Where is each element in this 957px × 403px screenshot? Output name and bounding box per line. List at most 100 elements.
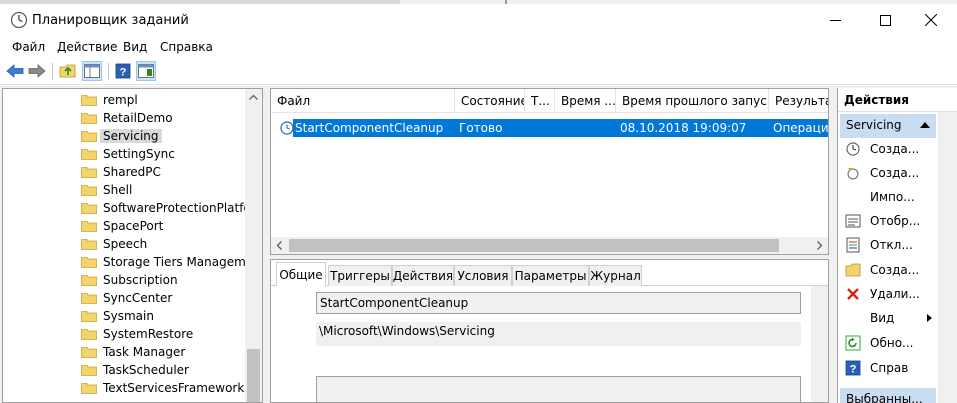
tree-item-label: Servicing [100, 129, 162, 143]
task-name: StartComponentCleanup [295, 121, 444, 135]
tree-item-label: rempl [103, 93, 138, 107]
action-view-menu[interactable]: Вид [840, 306, 936, 330]
action-import-task[interactable]: Импо... [840, 185, 936, 209]
tab-parameters[interactable]: Параметры [512, 265, 589, 286]
up-folder-button[interactable] [58, 61, 78, 81]
task-list-header: Файл Состояние Т... Время ... Время прош… [271, 89, 828, 113]
task-status: Готово [459, 121, 503, 135]
tab-conditions[interactable]: Условия [454, 265, 512, 286]
task-list-horizontal-scrollbar[interactable] [271, 237, 828, 254]
action-refresh[interactable]: Обно... [840, 331, 936, 355]
show-hide-console-tree-button[interactable] [82, 61, 102, 81]
action-label: Созда... [870, 166, 920, 180]
tree-item-label: SpacePort [103, 219, 164, 233]
folder-icon [81, 275, 97, 286]
action-new-folder[interactable]: Созда... [840, 258, 936, 282]
folder-icon [81, 167, 97, 178]
tree-item[interactable]: rempl [81, 91, 138, 109]
tree-vertical-scrollbar[interactable] [245, 89, 262, 402]
tree-item[interactable]: SharedPC [81, 163, 161, 181]
task-scheduler-clock-icon [10, 11, 28, 29]
action-label: Справ [870, 361, 909, 375]
tree-item[interactable]: SettingSync [81, 145, 175, 163]
folder-icon [81, 221, 97, 232]
menu-view[interactable]: Вид [123, 40, 147, 54]
folder-icon [81, 347, 97, 358]
folder-icon [81, 311, 97, 322]
folder-icon [81, 365, 97, 376]
minimize-button[interactable] [812, 4, 858, 36]
tree-item[interactable]: RetailDemo [81, 109, 173, 127]
tab-triggers[interactable]: Триггеры [328, 265, 392, 286]
collapse-arrow-icon[interactable] [920, 122, 930, 128]
tree-item[interactable]: Subscription [81, 271, 178, 289]
disable-history-icon [845, 237, 861, 253]
back-arrow-icon [6, 64, 24, 78]
task-row[interactable]: StartComponentCleanup Готово 08.10.2018 … [293, 119, 828, 137]
task-details-panel: Общие Триггеры Действия Условия Параметр… [270, 259, 829, 403]
menu-action[interactable]: Действие [57, 40, 117, 54]
column-header-file[interactable]: Файл [271, 89, 455, 113]
column-header-next-run[interactable]: Время ... [555, 89, 616, 113]
scroll-left-arrow-icon[interactable] [271, 237, 288, 254]
tree-item[interactable]: Speech [81, 235, 147, 253]
tree-item[interactable]: SystemRestore [81, 325, 193, 343]
column-header-triggers[interactable]: Т... [525, 89, 555, 113]
action-create-basic-task[interactable]: Созда... [840, 137, 936, 161]
action-label: Импо... [870, 190, 915, 204]
tree-item-label: SoftwareProtectionPlatform [103, 201, 263, 215]
folder-icon [81, 257, 97, 268]
show-hide-action-pane-button[interactable] [136, 61, 156, 81]
toolbar-separator [108, 63, 109, 80]
scroll-up-arrow-icon[interactable] [245, 89, 262, 106]
tree-item[interactable]: TaskScheduler [81, 361, 189, 379]
action-help[interactable]: ? Справ [840, 356, 936, 380]
folder-up-icon [59, 64, 76, 78]
help-button[interactable]: ? [113, 61, 133, 81]
tab-general[interactable]: Общие [276, 262, 326, 286]
tab-log[interactable]: Журнал [589, 265, 642, 286]
actions-group-servicing[interactable]: Servicing [840, 114, 936, 138]
close-icon [925, 14, 937, 26]
tree-item[interactable]: SpacePort [81, 217, 163, 235]
task-location-field[interactable]: \Microsoft\Windows\Servicing [316, 322, 801, 346]
tab-actions[interactable]: Действия [392, 265, 454, 286]
tree-item[interactable]: SyncCenter [81, 289, 172, 307]
tree-item[interactable]: SoftwareProtectionPlatform [81, 199, 263, 217]
task-description-field[interactable] [316, 376, 801, 402]
menu-file[interactable]: Файл [12, 40, 45, 54]
tree-scrollbar-thumb[interactable] [247, 349, 260, 402]
column-header-last-run[interactable]: Время прошлого запуска [616, 89, 769, 113]
column-header-status[interactable]: Состояние [455, 89, 525, 113]
close-button[interactable] [908, 4, 954, 36]
scroll-right-arrow-icon[interactable] [811, 237, 828, 254]
action-label: Созда... [870, 142, 920, 156]
forward-button[interactable] [27, 61, 47, 81]
actions-header: Действия [838, 88, 957, 112]
tree-item[interactable]: Sysmain [81, 307, 154, 325]
task-name-field[interactable]: StartComponentCleanup [316, 292, 801, 314]
toolbar: ? [0, 58, 957, 85]
task-list-scrollbar-thumb[interactable] [289, 239, 779, 252]
view-icon [845, 310, 861, 326]
folder-icon [81, 329, 97, 340]
svg-text:?: ? [120, 67, 127, 79]
action-delete-folder[interactable]: Удали... [840, 282, 936, 306]
folder-tree[interactable]: rempl RetailDemo Servicing SettingSync Share… [2, 88, 263, 403]
maximize-button[interactable] [862, 4, 908, 36]
task-last-run: 08.10.2018 19:09:07 [620, 121, 747, 135]
actions-group-selected[interactable]: Выбранны... [840, 388, 936, 403]
tree-item[interactable]: TextServicesFramework [81, 379, 244, 397]
menu-help[interactable]: Справка [160, 40, 213, 54]
tree-item[interactable]: Task Manager [81, 343, 185, 361]
tree-item[interactable]: Servicing [81, 127, 162, 145]
action-display-running-tasks[interactable]: Отобр... [840, 209, 936, 233]
tree-item[interactable]: Storage Tiers Management [81, 253, 262, 271]
back-button[interactable] [5, 61, 25, 81]
details-vertical-scrollbar[interactable] [811, 286, 828, 402]
delete-icon [845, 286, 861, 302]
action-create-task[interactable]: Созда... [840, 161, 936, 185]
tree-item[interactable]: Shell [81, 181, 132, 199]
action-disable-history[interactable]: Откл... [840, 233, 936, 257]
column-header-result[interactable]: Результа... [769, 89, 828, 113]
